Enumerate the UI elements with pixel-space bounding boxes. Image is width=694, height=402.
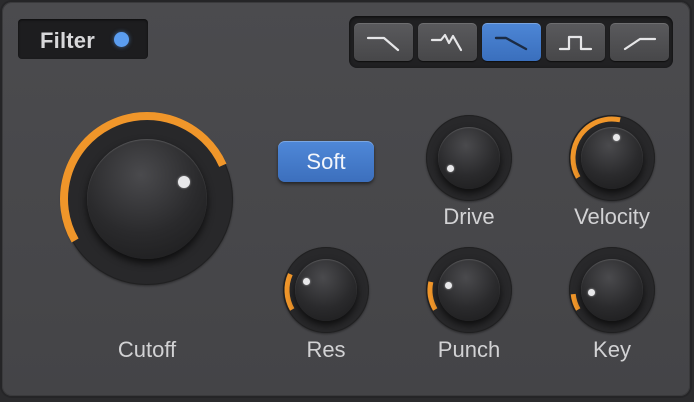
filter-type-button-2[interactable] <box>418 23 477 61</box>
filter-type-button-1[interactable] <box>354 23 413 61</box>
drive-label: Drive <box>443 204 495 229</box>
res-knob[interactable] <box>283 247 369 333</box>
res-knob-cap <box>295 259 357 321</box>
peak-lowpass-filter-icon <box>430 33 462 52</box>
velocity-indicator-dot <box>612 133 620 141</box>
drive-knob[interactable] <box>426 115 512 201</box>
filter-power-toggle[interactable] <box>114 32 129 47</box>
key-label: Key <box>593 337 631 362</box>
bandpass-filter-icon <box>558 35 592 51</box>
gentle-lowpass-filter-icon <box>494 36 527 51</box>
punch-knob-cap <box>438 259 500 321</box>
soft-toggle-button[interactable]: Soft <box>278 141 374 182</box>
velocity-knob[interactable] <box>569 115 655 201</box>
key-indicator-dot <box>587 288 595 296</box>
cutoff-label: Cutoff <box>117 337 177 362</box>
filter-type-selector <box>349 16 673 68</box>
filter-type-button-5[interactable] <box>610 23 669 61</box>
highpass-filter-icon <box>623 37 656 51</box>
filter-title: Filter <box>40 28 95 53</box>
velocity-label: Velocity <box>574 204 650 229</box>
drive-knob-cap <box>438 127 500 189</box>
filter-panel: Filter Soft Cutoff Drive Velocity Res Pu… <box>2 2 690 396</box>
cutoff-knob[interactable] <box>60 112 233 285</box>
punch-label: Punch <box>437 337 501 362</box>
key-value-arc <box>570 293 581 311</box>
res-label: Res <box>306 337 346 362</box>
filter-header: Filter <box>18 19 148 59</box>
key-knob[interactable] <box>569 247 655 333</box>
punch-indicator-dot <box>444 282 452 290</box>
lowpass-filter-icon <box>366 36 399 52</box>
cutoff-knob-cap <box>87 139 207 259</box>
punch-knob[interactable] <box>426 247 512 333</box>
punch-value-arc <box>427 281 438 311</box>
velocity-knob-cap <box>581 127 643 189</box>
filter-type-button-3[interactable] <box>482 23 541 61</box>
filter-type-button-4[interactable] <box>546 23 605 61</box>
res-value-arc <box>284 273 295 311</box>
